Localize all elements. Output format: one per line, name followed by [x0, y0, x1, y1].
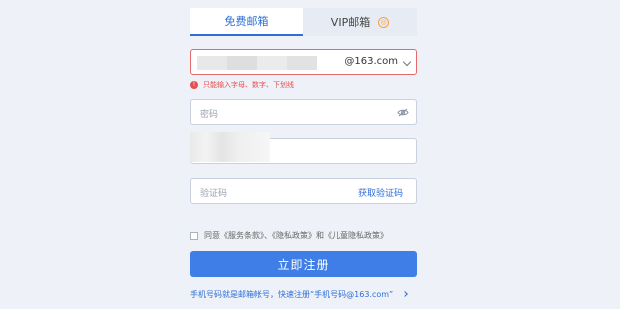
mobile-register-link[interactable]: 手机号码就是邮箱帐号，快速注册“手机号码@163.com” [190, 289, 409, 300]
phone-field[interactable] [190, 132, 417, 164]
blurred-phone-number [190, 132, 270, 162]
agreement-text: 同意《服务条款》、《隐私政策》和《儿童隐私政策》 [204, 231, 388, 240]
tab-free-mailbox[interactable]: 免费邮箱 [190, 8, 303, 36]
blurred-username [197, 56, 227, 70]
agreement-row: 同意《服务条款》、《隐私政策》和《儿童隐私政策》 [190, 230, 388, 241]
mailbox-type-tabs: 免费邮箱 VIP邮箱 ◎ [190, 8, 417, 36]
error-text: 只能输入字母、数字、下划线 [203, 81, 294, 89]
captcha-field[interactable]: 验证码 获取验证码 [190, 178, 417, 204]
email-error-message: ! 只能输入字母、数字、下划线 [190, 80, 294, 90]
captcha-placeholder: 验证码 [200, 189, 228, 199]
register-button-label: 立即注册 [277, 257, 330, 272]
tab-vip-label: VIP邮箱 [330, 16, 371, 29]
register-panel: 免费邮箱 VIP邮箱 ◎ @163.com ! 只能输入字母、数字、下划线 密码… [0, 0, 620, 309]
password-field[interactable]: 密码 [190, 99, 417, 125]
register-button[interactable]: 立即注册 [190, 251, 417, 277]
email-domain-select[interactable]: @163.com [344, 56, 398, 67]
chevron-down-icon[interactable] [402, 57, 412, 67]
tab-free-label: 免费邮箱 [224, 15, 269, 28]
blurred-username [287, 56, 317, 70]
vip-crown-icon: ◎ [378, 16, 390, 28]
email-field[interactable]: @163.com [190, 49, 417, 75]
eye-hidden-icon[interactable] [397, 108, 409, 117]
chevron-right-icon [402, 291, 409, 297]
error-icon: ! [190, 81, 198, 89]
blurred-username [227, 56, 257, 70]
blurred-username [257, 56, 287, 70]
agreement-checkbox[interactable] [190, 231, 198, 240]
mobile-tip-text: 手机号码就是邮箱帐号，快速注册“手机号码@163.com” [190, 290, 394, 299]
tab-vip-mailbox[interactable]: VIP邮箱 ◎ [303, 8, 417, 36]
password-placeholder: 密码 [200, 110, 219, 120]
get-captcha-button[interactable]: 获取验证码 [358, 186, 403, 199]
